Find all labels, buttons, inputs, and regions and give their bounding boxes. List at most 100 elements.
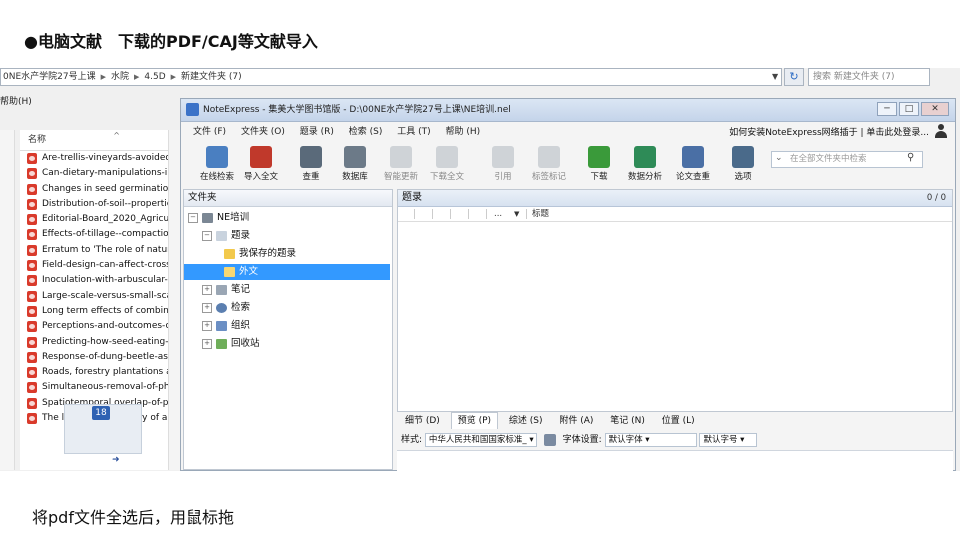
tree-node-notes[interactable]: + 笔记 — [202, 282, 250, 298]
minimize-button[interactable]: ─ — [877, 102, 897, 116]
column-header-name[interactable]: 名称 ^ — [20, 130, 180, 151]
tree-node-recycle[interactable]: + 回收站 — [202, 336, 260, 352]
expand-icon[interactable]: + — [202, 320, 212, 331]
file-name: Effects-of-tillage--compaction-an — [42, 229, 180, 240]
tree-label: 我保存的题录 — [239, 248, 297, 259]
tree-label: 外文 — [239, 266, 259, 277]
toolbar-button-tag[interactable]: 标签标记 — [527, 143, 571, 187]
menu-tools[interactable]: 工具 (T) — [397, 123, 430, 141]
file-list-item[interactable]: Perceptions-and-outcomes-of-c — [20, 319, 180, 334]
file-name: Long term effects of combined — [42, 305, 180, 316]
column-title[interactable]: 标题 — [532, 207, 549, 221]
menu-folder[interactable]: 文件夹 (O) — [241, 123, 285, 141]
file-name: Editorial-Board_2020_Agriculture — [42, 214, 180, 225]
file-list-item[interactable]: Inoculation-with-arbuscular-myc — [20, 273, 180, 288]
menu-file[interactable]: 文件 (F) — [193, 123, 226, 141]
style-label: 样式: — [401, 435, 423, 445]
tab-attachments[interactable]: 附件 (A) — [553, 413, 599, 429]
font-select[interactable]: 默认字体 ▾ — [604, 432, 697, 447]
toolbar-button-options[interactable]: 选项 — [721, 143, 765, 187]
address-part-3[interactable]: 4.5D — [144, 72, 165, 82]
drag-count-badge: 18 — [92, 406, 110, 420]
style-edit-icon[interactable] — [543, 433, 556, 446]
toolbar-button-data-analysis[interactable]: 数据分析 — [623, 143, 667, 187]
tab-details[interactable]: 细节 (D) — [399, 413, 446, 429]
expand-icon[interactable]: + — [202, 284, 212, 295]
collapse-icon[interactable]: − — [202, 230, 212, 241]
close-button[interactable]: ✕ — [921, 102, 949, 116]
file-list-item[interactable]: Editorial-Board_2020_Agriculture — [20, 212, 180, 227]
folder-panel-title: 文件夹 — [184, 190, 392, 207]
file-list-item[interactable]: Effects-of-tillage--compaction-an — [20, 227, 180, 242]
tab-notes[interactable]: 笔记 (N) — [604, 413, 651, 429]
address-part-2[interactable]: 水院 — [111, 72, 129, 82]
file-list-item[interactable]: Large-scale-versus-small-scale-a — [20, 289, 180, 304]
online-search-icon — [206, 146, 228, 168]
records-icon — [216, 230, 227, 241]
tab-preview[interactable]: 预览 (P) — [450, 412, 499, 429]
file-list-item[interactable]: Long term effects of combined — [20, 304, 180, 319]
breadcrumb-separator-icon: ▶ — [170, 73, 177, 81]
collapse-icon[interactable]: − — [188, 212, 198, 223]
file-list-item[interactable]: Are-trellis-vineyards-avoided--E — [20, 151, 180, 166]
tree-node-foreign[interactable]: 外文 — [184, 264, 390, 280]
noteexpress-window: NoteExpress - 集美大学图书馆版 - D:\00NE水产学院27号上… — [180, 98, 956, 472]
toolbar-label: 智能更新 — [383, 172, 418, 182]
file-list-item[interactable]: Response-of-dung-beetle-assem — [20, 350, 180, 365]
expand-icon[interactable]: + — [202, 338, 212, 349]
dedup-icon — [300, 146, 322, 168]
pdf-file-icon — [27, 153, 37, 164]
search-icon[interactable]: ⚲ — [907, 152, 914, 163]
file-list-item[interactable]: Field-design-can-affect-cross-po — [20, 258, 180, 273]
menu-records[interactable]: 题录 (R) — [300, 123, 334, 141]
address-part-1[interactable]: 0NE水产学院27号上课 — [3, 72, 96, 82]
toolbar-button-online-search[interactable]: 在线检索 — [195, 143, 239, 187]
explorer-menu-help[interactable]: 帮助(H) — [0, 94, 32, 107]
expand-icon[interactable]: + — [202, 302, 212, 313]
toolbar-button-download-fulltext[interactable]: 下载全文 — [425, 143, 469, 187]
address-bar[interactable]: 0NE水产学院27号上课 ▶ 水院 ▶ 4.5D ▶ 新建文件夹 (7) — [0, 68, 782, 86]
address-part-4[interactable]: 新建文件夹 (7) — [181, 72, 242, 82]
file-list-item[interactable]: Predicting-how-seed-eating-pas — [20, 335, 180, 350]
size-value: 默认字号 — [703, 434, 738, 445]
file-name: Large-scale-versus-small-scale-a — [42, 290, 180, 301]
style-select[interactable]: 中华人民共和国国家标准_ ▾ — [424, 432, 537, 447]
menu-search[interactable]: 检索 (S) — [349, 123, 383, 141]
toolbar-button-cite[interactable]: 引用 — [481, 143, 525, 187]
maximize-button[interactable]: □ — [899, 102, 919, 116]
toolbar-button-dedup[interactable]: 查重 — [289, 143, 333, 187]
file-list-item[interactable]: Roads, forestry plantations and — [20, 365, 180, 380]
toolbar-button-download[interactable]: 下载 — [577, 143, 621, 187]
file-list-item[interactable]: Can-dietary-manipulations-impro — [20, 166, 180, 181]
column-sort-chevron-icon[interactable]: ▼ — [514, 207, 519, 221]
tab-summary[interactable]: 综述 (S) — [503, 413, 549, 429]
login-link[interactable]: 如何安装NoteExpress网络插于 | 单击此处登录... — [729, 125, 929, 138]
toolbar-button-database[interactable]: 数据库 — [333, 143, 377, 187]
tree-node-search[interactable]: + 检索 — [202, 300, 250, 316]
font-size-select[interactable]: 默认字号 ▾ — [699, 432, 758, 447]
column-more[interactable]: ... — [494, 207, 502, 221]
file-list-item[interactable]: Erratum to 'The role of natural — [20, 243, 180, 258]
user-icon[interactable] — [935, 124, 947, 138]
global-search-input[interactable]: 在全部文件夹中检索 — [771, 151, 923, 168]
menu-help[interactable]: 帮助 (H) — [446, 123, 481, 141]
tree-node-records[interactable]: − 题录 — [202, 228, 250, 244]
file-list-item[interactable]: Changes in seed germination st — [20, 182, 180, 197]
file-list-item[interactable]: Simultaneous-removal-of-phosp — [20, 380, 180, 395]
explorer-search-input[interactable]: 搜索 新建文件夹 (7) — [808, 68, 930, 86]
tree-node-organize[interactable]: + 组织 — [202, 318, 250, 334]
toolbar-button-import-fulltext[interactable]: 导入全文 — [239, 143, 283, 187]
refresh-icon[interactable]: ↻ — [784, 68, 804, 86]
tree-label: 组织 — [231, 320, 251, 331]
tree-node-saved[interactable]: 我保存的题录 — [224, 246, 296, 262]
tab-location[interactable]: 位置 (L) — [656, 413, 701, 429]
folder-icon — [224, 248, 235, 259]
search-scope-chevron-icon[interactable]: ⌄ — [775, 153, 783, 163]
toolbar-button-paper-check[interactable]: 论文查重 — [671, 143, 715, 187]
address-dropdown-icon[interactable]: ▼ — [772, 72, 778, 81]
tree-node-library[interactable]: − NE培训 — [188, 210, 249, 226]
file-list-item[interactable]: Distribution-of-soil--properties-a — [20, 197, 180, 212]
tree-label: 检索 — [231, 302, 251, 313]
window-title: NoteExpress - 集美大学图书馆版 - D:\00NE水产学院27号上… — [203, 105, 511, 115]
toolbar-button-smart-update[interactable]: 智能更新 — [379, 143, 423, 187]
